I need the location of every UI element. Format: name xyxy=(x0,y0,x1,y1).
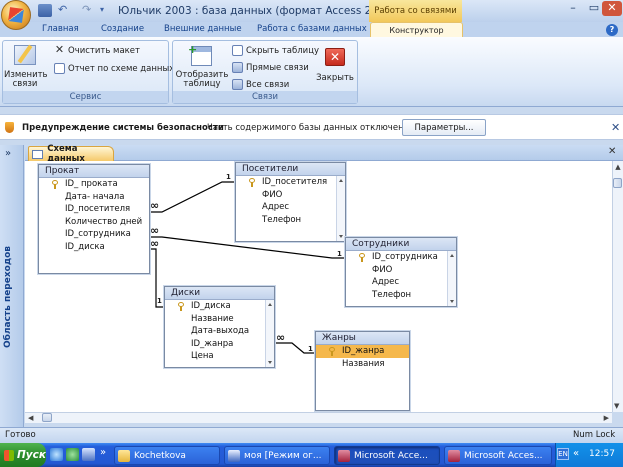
many-label: ∞ xyxy=(276,331,286,344)
table-field[interactable]: Телефон xyxy=(236,214,345,227)
status-bar xyxy=(0,427,623,443)
table-title[interactable]: Сотрудники xyxy=(346,238,456,251)
table-sotrudniki[interactable]: Сотрудники ID_сотрудника ФИО Адрес Телеф… xyxy=(345,237,457,307)
media-icon[interactable] xyxy=(66,448,79,461)
table-zhanry[interactable]: Жанры ID_жанра Названия xyxy=(315,331,410,411)
scroll-up-icon[interactable]: ▲ xyxy=(613,163,623,171)
horizontal-scrollbar[interactable]: ◀ ▶ xyxy=(25,412,612,423)
table-field[interactable]: Дата- начала xyxy=(39,191,149,204)
horizontal-scroll-thumb[interactable] xyxy=(42,413,52,422)
table-diski[interactable]: Диски ID_диска Название Дата-выхода ID_ж… xyxy=(164,286,275,368)
vertical-scrollbar[interactable]: ▲ ▼ xyxy=(612,161,623,412)
office-button[interactable] xyxy=(1,0,31,30)
taskbar-item-folder[interactable]: Kochetkova xyxy=(114,446,220,465)
start-button[interactable]: Пуск xyxy=(0,443,46,467)
primary-key-icon xyxy=(178,302,185,311)
num-lock-indicator: Num Lock xyxy=(573,430,616,440)
table-field[interactable]: Адрес xyxy=(346,276,456,289)
clock: 12:57 xyxy=(589,449,615,459)
table-title[interactable]: Прокат xyxy=(39,165,149,178)
tray-expand-icon[interactable]: « xyxy=(573,448,579,459)
language-indicator[interactable]: EN xyxy=(557,448,569,460)
many-label: ∞ xyxy=(150,224,160,237)
table-field[interactable]: Цена xyxy=(165,350,274,363)
table-field[interactable]: Адрес xyxy=(236,201,345,214)
folder-icon xyxy=(118,449,130,462)
table-posetiteli[interactable]: Посетители ID_посетителя ФИО Адрес Телеф… xyxy=(235,162,346,242)
table-field[interactable]: ФИО xyxy=(346,264,456,277)
table-field[interactable]: Названия xyxy=(316,358,409,371)
windows-flag-icon xyxy=(4,449,15,461)
one-label: 1 xyxy=(157,297,162,305)
table-title[interactable]: Диски xyxy=(165,287,274,300)
table-field[interactable]: ID_сотрудника xyxy=(39,228,149,241)
one-label: 1 xyxy=(337,250,342,258)
one-label: 1 xyxy=(226,173,231,181)
primary-key-icon xyxy=(249,178,256,187)
table-title[interactable]: Посетители xyxy=(236,163,345,176)
table-field-selected[interactable]: ID_жанра xyxy=(316,345,409,358)
table-field[interactable]: ID_посетителя xyxy=(236,176,345,189)
table-field[interactable]: ФИО xyxy=(236,189,345,202)
table-field[interactable]: ID_посетителя xyxy=(39,203,149,216)
table-field[interactable]: ID_диска xyxy=(39,241,149,254)
many-label: ∞ xyxy=(150,199,160,212)
taskbar-item-word[interactable]: моя [Режим ог... xyxy=(224,446,330,465)
taskbar-item-access[interactable]: Microsoft Acces... xyxy=(444,446,552,465)
word-doc-icon xyxy=(228,449,240,462)
table-field[interactable]: Название xyxy=(165,313,274,326)
many-label: ∞ xyxy=(150,237,160,250)
table-field[interactable]: ID_ проката xyxy=(39,178,149,191)
office-logo-icon xyxy=(8,7,24,23)
taskbar-overflow-icon[interactable]: » xyxy=(100,447,106,458)
table-field[interactable]: ID_жанра xyxy=(165,338,274,351)
access-icon xyxy=(448,449,460,462)
table-field[interactable]: ID_диска xyxy=(165,300,274,313)
ie-icon[interactable] xyxy=(50,448,63,461)
primary-key-icon xyxy=(329,347,336,356)
taskbar-item-access-active[interactable]: Microsoft Acce... xyxy=(334,446,440,465)
vertical-scroll-thumb[interactable] xyxy=(613,178,622,188)
table-field[interactable]: ID_сотрудника xyxy=(346,251,456,264)
table-prokat[interactable]: Прокат ID_ проката Дата- начала ID_посет… xyxy=(38,164,150,274)
table-field[interactable]: Количество дней xyxy=(39,216,149,229)
table-field[interactable]: Телефон xyxy=(346,289,456,302)
status-text: Готово xyxy=(5,430,36,440)
save-disk-icon[interactable] xyxy=(82,448,95,461)
scroll-left-icon[interactable]: ◀ xyxy=(28,414,33,422)
table-field[interactable]: Дата-выхода xyxy=(165,325,274,338)
link-prokat-posetiteli[interactable] xyxy=(150,181,235,213)
access-icon xyxy=(338,449,350,462)
one-label: 1 xyxy=(308,345,313,353)
scroll-right-icon[interactable]: ▶ xyxy=(604,414,609,422)
primary-key-icon xyxy=(359,253,366,262)
table-title[interactable]: Жанры xyxy=(316,332,409,345)
scroll-down-icon[interactable]: ▼ xyxy=(614,402,619,410)
primary-key-icon xyxy=(52,180,59,189)
